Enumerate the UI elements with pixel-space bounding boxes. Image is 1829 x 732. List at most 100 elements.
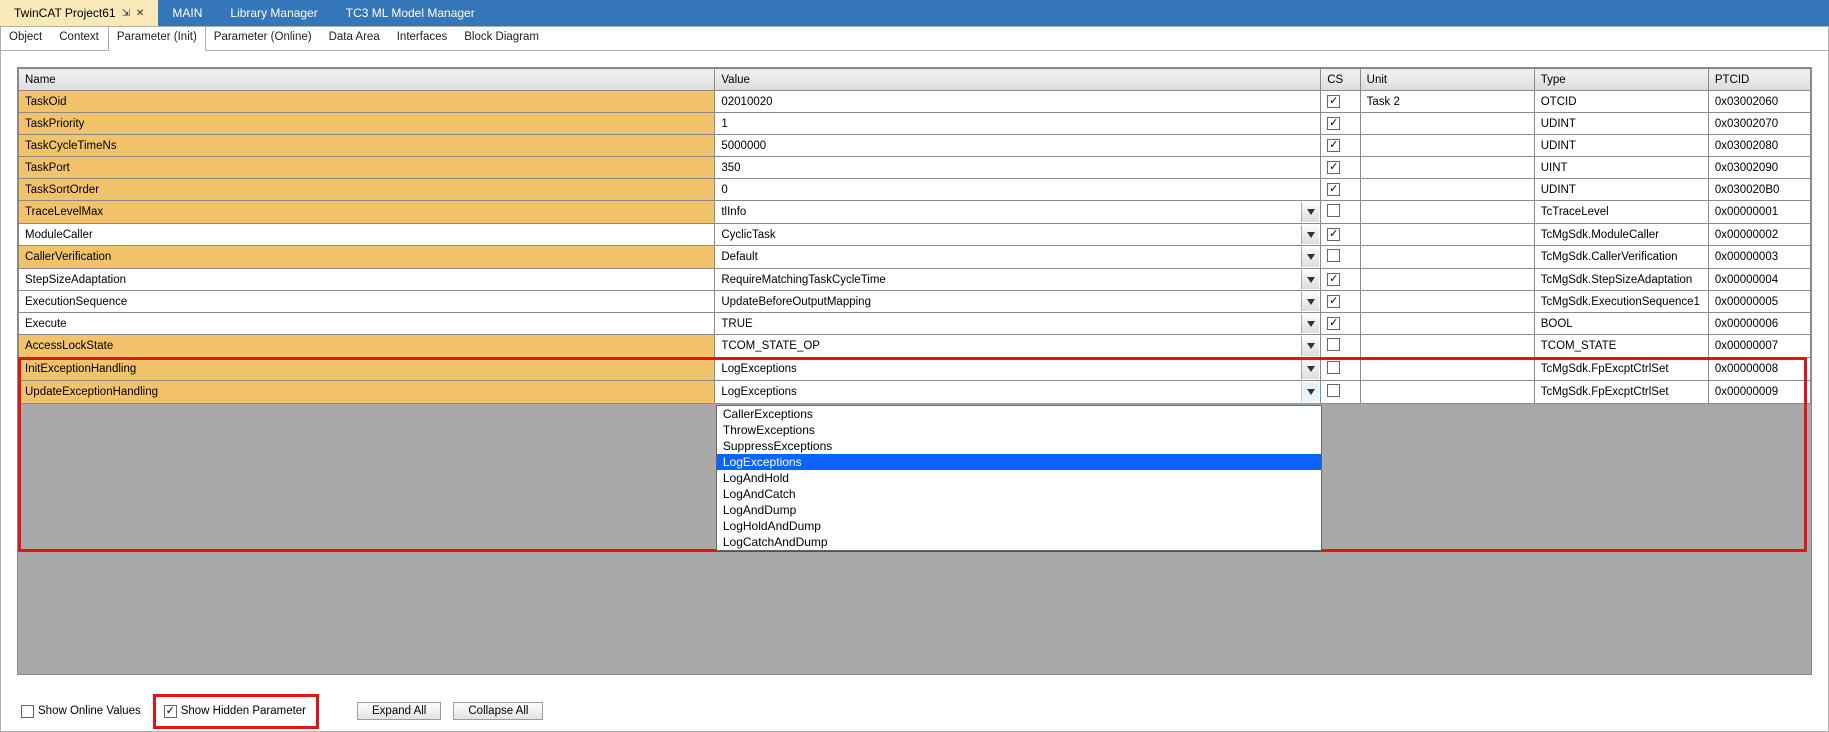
cell-name[interactable]: TaskCycleTimeNs [19,135,715,157]
cell-name[interactable]: TaskSortOrder [19,179,715,201]
cell-value[interactable]: TRUE [715,313,1321,335]
pin-icon[interactable]: ⇲ [122,8,130,19]
cs-checkbox[interactable] [1327,183,1340,196]
dropdown-option[interactable]: LogExceptions [717,454,1321,470]
cell-cs[interactable] [1321,201,1360,224]
cell-cs[interactable] [1321,91,1360,113]
cell-type[interactable]: TCOM_STATE [1534,335,1708,358]
cell-value[interactable]: LogExceptions [715,358,1321,381]
cell-type[interactable]: UDINT [1534,135,1708,157]
cell-unit[interactable] [1360,224,1534,246]
dropdown-option[interactable]: LogCatchAndDump [717,534,1321,550]
table-row[interactable]: InitExceptionHandling LogExceptions TcMgS… [19,358,1811,381]
cell-name[interactable]: TraceLevelMax [19,201,715,224]
show-online-values-checkbox[interactable]: Show Online Values [21,705,141,718]
cell-name[interactable]: TaskPriority [19,113,715,135]
cell-unit[interactable] [1360,269,1534,291]
cell-value[interactable]: CyclicTask [715,224,1321,246]
cell-cs[interactable] [1321,113,1360,135]
sub-tab[interactable]: Data Area [321,27,389,50]
dropdown-button[interactable] [1301,225,1319,244]
cs-checkbox[interactable] [1327,295,1340,308]
cell-value[interactable]: tlInfo [715,201,1321,224]
cs-checkbox[interactable] [1327,317,1340,330]
cell-value[interactable]: Default [715,246,1321,269]
cell-type[interactable]: TcMgSdk.ExecutionSequence1 [1534,291,1708,313]
cs-checkbox[interactable] [1327,204,1340,217]
table-row[interactable]: TaskSortOrder 0UDINT0x030020B0 [19,179,1811,201]
window-tab[interactable]: MAIN [158,0,216,26]
cs-checkbox[interactable] [1327,228,1340,241]
sub-tab[interactable]: Parameter (Online) [206,27,321,50]
cell-type[interactable]: TcMgSdk.StepSizeAdaptation [1534,269,1708,291]
collapse-all-button[interactable]: Collapse All [453,702,543,720]
cell-unit[interactable] [1360,201,1534,224]
cell-name[interactable]: InitExceptionHandling [19,358,715,381]
cs-checkbox[interactable] [1327,273,1340,286]
sub-tab[interactable]: Interfaces [389,27,457,50]
cs-checkbox[interactable] [1327,249,1340,262]
cell-unit[interactable] [1360,113,1534,135]
cell-type[interactable]: UINT [1534,157,1708,179]
dropdown-button[interactable] [1301,336,1319,356]
parameter-grid-scroll[interactable]: Name Value CS Unit Type PTCID TaskOid 02… [17,67,1812,675]
cs-checkbox[interactable] [1327,338,1340,351]
cell-ptcid[interactable]: 0x00000009 [1708,381,1810,404]
cell-name[interactable]: AccessLockState [19,335,715,358]
cell-ptcid[interactable]: 0x03002080 [1708,135,1810,157]
cell-name[interactable]: ModuleCaller [19,224,715,246]
col-header-type[interactable]: Type [1534,69,1708,91]
table-row[interactable]: TaskPriority 1UDINT0x03002070 [19,113,1811,135]
sub-tab[interactable]: Block Diagram [456,27,548,50]
cell-name[interactable]: TaskPort [19,157,715,179]
cell-type[interactable]: TcMgSdk.FpExcptCtrlSet [1534,358,1708,381]
table-row[interactable]: TaskPort 350UINT0x03002090 [19,157,1811,179]
cell-value[interactable]: UpdateBeforeOutputMapping [715,291,1321,313]
cell-ptcid[interactable]: 0x00000005 [1708,291,1810,313]
cs-checkbox[interactable] [1327,361,1340,374]
col-header-value[interactable]: Value [715,69,1321,91]
cell-unit[interactable]: Task 2 [1360,91,1534,113]
cell-ptcid[interactable]: 0x00000007 [1708,335,1810,358]
cell-cs[interactable] [1321,157,1360,179]
window-tab[interactable]: TC3 ML Model Manager [332,0,489,26]
table-row[interactable]: AccessLockState TCOM_STATE_OPTCOM_STATE0… [19,335,1811,358]
col-header-cs[interactable]: CS [1321,69,1360,91]
cell-name[interactable]: UpdateExceptionHandling [19,381,715,404]
cell-ptcid[interactable]: 0x03002070 [1708,113,1810,135]
dropdown-button[interactable] [1301,247,1319,267]
cell-cs[interactable] [1321,224,1360,246]
cell-ptcid[interactable]: 0x03002090 [1708,157,1810,179]
sub-tab[interactable]: Context [51,27,108,50]
cell-type[interactable]: TcMgSdk.CallerVerification [1534,246,1708,269]
window-tab[interactable]: TwinCAT Project61⇲✕ [0,0,158,26]
cell-type[interactable]: TcTraceLevel [1534,201,1708,224]
cell-cs[interactable] [1321,246,1360,269]
dropdown-option[interactable]: ThrowExceptions [717,422,1321,438]
table-row[interactable]: TaskCycleTimeNs 5000000UDINT0x03002080 [19,135,1811,157]
dropdown-option[interactable]: CallerExceptions [717,406,1321,422]
cell-cs[interactable] [1321,358,1360,381]
cell-ptcid[interactable]: 0x00000002 [1708,224,1810,246]
dropdown-option[interactable]: LogHoldAndDump [717,518,1321,534]
cell-ptcid[interactable]: 0x00000004 [1708,269,1810,291]
cell-cs[interactable] [1321,313,1360,335]
show-hidden-parameter-checkbox[interactable]: Show Hidden Parameter [164,705,306,718]
expand-all-button[interactable]: Expand All [357,702,441,720]
cell-cs[interactable] [1321,179,1360,201]
value-dropdown-list[interactable]: CallerExceptionsThrowExceptionsSuppressE… [716,405,1322,551]
cell-value[interactable]: 02010020 [715,91,1321,113]
dropdown-button[interactable] [1301,202,1319,222]
dropdown-option[interactable]: LogAndHold [717,470,1321,486]
dropdown-option[interactable]: SuppressExceptions [717,438,1321,454]
cell-name[interactable]: Execute [19,313,715,335]
cell-ptcid[interactable]: 0x00000006 [1708,313,1810,335]
cell-type[interactable]: TcMgSdk.ModuleCaller [1534,224,1708,246]
cell-unit[interactable] [1360,358,1534,381]
cell-ptcid[interactable]: 0x00000003 [1708,246,1810,269]
col-header-name[interactable]: Name [19,69,715,91]
close-icon[interactable]: ✕ [136,8,144,19]
cell-name[interactable]: StepSizeAdaptation [19,269,715,291]
cell-ptcid[interactable]: 0x03002060 [1708,91,1810,113]
table-row[interactable]: CallerVerification DefaultTcMgSdk.Caller… [19,246,1811,269]
